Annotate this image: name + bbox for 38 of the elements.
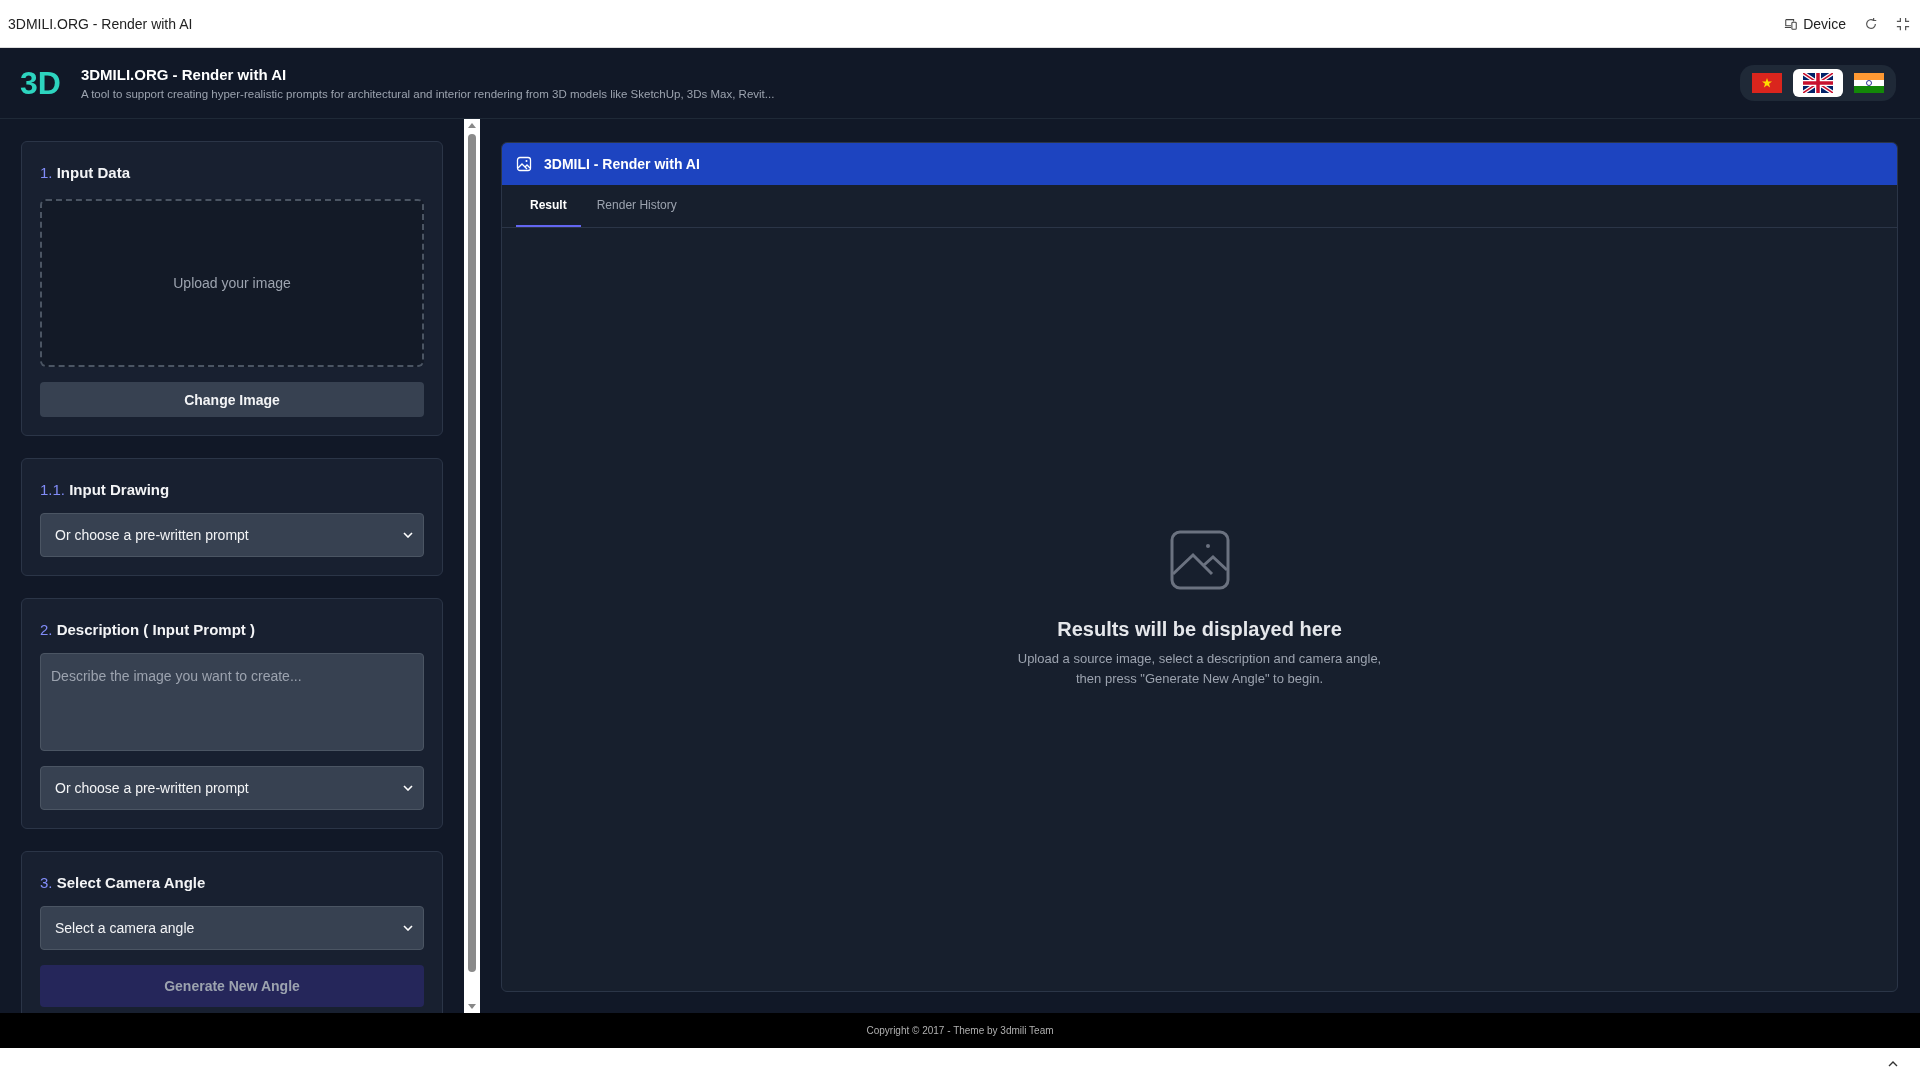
caret-up-icon[interactable]	[1888, 1061, 1898, 1067]
scroll-down-icon[interactable]	[468, 1004, 476, 1009]
flag-icon	[1803, 73, 1833, 93]
select-dropdown[interactable]: Or choose a pre-written prompt	[40, 766, 424, 810]
scrollbar-thumb[interactable]	[468, 134, 476, 972]
image-icon	[516, 156, 532, 172]
image-placeholder-icon	[1169, 530, 1230, 590]
card-title: 1.1. Input Drawing	[40, 481, 171, 498]
tab[interactable]: Render History	[582, 185, 691, 227]
panel-title: 3DMILI - Render with AI	[544, 156, 700, 172]
scroll-up-icon[interactable]	[468, 123, 476, 128]
empty-state-text: Upload a source image, select a description and camera angle, then press "Generate New Angle" to begin.	[1017, 650, 1382, 688]
tab[interactable]: Result	[516, 185, 581, 227]
page-title: 3DMILI.ORG - Render with AI	[8, 15, 193, 32]
refresh-icon[interactable]	[1864, 16, 1878, 31]
card-title: 3. Select Camera Angle	[40, 874, 207, 891]
card-title: 1. Input Data	[40, 164, 131, 181]
logo: 3D	[20, 64, 61, 102]
flag-button[interactable]	[1793, 69, 1843, 97]
app-subtitle: A tool to support creating hyper-realistic prompts for architectural and interior rendering from 3D models like SketchUp, 3Ds Max, Revit...	[80, 88, 776, 100]
change-image-button[interactable]: Change Image	[40, 382, 424, 417]
copyright-text: Copyright © 2017 - Theme by 3dmili Team	[866, 1025, 1054, 1036]
scrollbar[interactable]	[464, 119, 480, 1013]
chevron-down-icon	[403, 785, 413, 791]
chevron-down-icon	[403, 925, 413, 931]
select-dropdown[interactable]: Select a camera angle	[40, 906, 424, 950]
prompt-textarea[interactable]: Describe the image you want to create...	[40, 653, 424, 751]
app-title: 3DMILI.ORG - Render with AI	[80, 66, 288, 83]
device-icon	[1784, 16, 1799, 31]
flag-icon	[1854, 73, 1884, 93]
fullscreen-icon[interactable]	[1896, 16, 1910, 31]
card-title: 2. Description ( Input Prompt )	[40, 621, 256, 638]
device-button[interactable]: Device	[1784, 15, 1846, 32]
flag-icon	[1752, 73, 1782, 93]
select-dropdown[interactable]: Or choose a pre-written prompt	[40, 513, 424, 557]
upload-dropzone[interactable]: Upload your image	[40, 199, 424, 367]
empty-state-heading: Results will be displayed here	[1057, 618, 1342, 641]
chevron-down-icon	[403, 532, 413, 538]
